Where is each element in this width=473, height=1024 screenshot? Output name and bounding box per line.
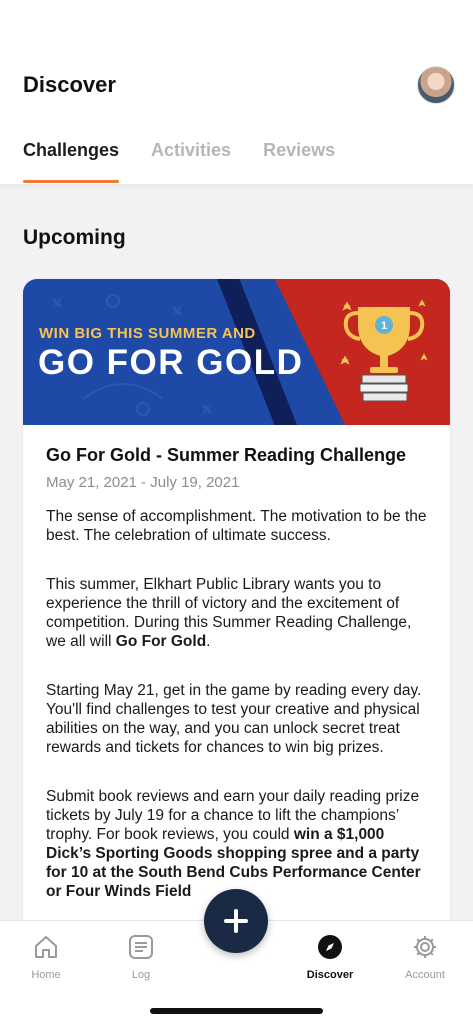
nav-account[interactable]: Account — [390, 933, 460, 981]
nav-label: Account — [405, 969, 445, 981]
nav-home[interactable]: Home — [11, 933, 81, 981]
tab-activities[interactable]: Activities — [151, 140, 231, 184]
challenge-date: May 21, 2021 - July 19, 2021 — [46, 474, 240, 491]
section-title: Upcoming — [23, 226, 126, 249]
avatar[interactable] — [417, 66, 455, 104]
add-button[interactable] — [204, 889, 268, 953]
description-paragraph: The sense of accomplishment. The motivat… — [46, 508, 427, 544]
gear-icon — [414, 936, 436, 958]
description-paragraph: Submit book reviews and earn your daily … — [46, 787, 427, 901]
nav-label: Discover — [306, 969, 354, 981]
description-paragraph: This summer, Elkhart Public Library want… — [46, 575, 427, 651]
svg-text:1: 1 — [381, 320, 387, 332]
banner-headline-small: WIN BIG THIS SUMMER AND — [39, 325, 256, 342]
paragraph-text: . — [206, 633, 211, 650]
content-area[interactable]: Upcoming WIN BIG THIS SUMMER AND GO FOR … — [0, 184, 473, 920]
tab-reviews[interactable]: Reviews — [263, 140, 335, 184]
page-title: Discover — [23, 72, 116, 97]
trophy-icon: 1 — [340, 299, 428, 402]
nav-log[interactable]: Log — [106, 933, 176, 981]
plus-icon — [224, 909, 248, 933]
paragraph-bold: Go For Gold — [115, 633, 207, 650]
nav-discover[interactable]: Discover — [295, 933, 365, 981]
challenge-banner: WIN BIG THIS SUMMER AND GO FOR GOLD 1 — [23, 279, 450, 425]
compass-icon — [318, 935, 342, 959]
card-body: Go For Gold - Summer Reading Challenge M… — [23, 425, 450, 901]
home-icon — [35, 936, 57, 958]
description-paragraph: Starting May 21, get in the game by read… — [46, 682, 422, 756]
log-icon — [129, 935, 153, 959]
challenge-card[interactable]: WIN BIG THIS SUMMER AND GO FOR GOLD 1 Go… — [23, 279, 450, 920]
tab-bar: Challenges Activities Reviews — [23, 140, 367, 184]
banner-headline-large: GO FOR GOLD — [38, 343, 304, 382]
top-bar: Discover Challenges Activities Reviews — [0, 0, 473, 184]
tab-challenges[interactable]: Challenges — [23, 140, 120, 184]
home-indicator — [150, 1008, 323, 1014]
nav-label: Log — [131, 969, 151, 981]
nav-label: Home — [31, 969, 61, 981]
challenge-title: Go For Gold - Summer Reading Challenge — [46, 445, 407, 465]
paragraph-text: This summer, Elkhart Public Library want… — [46, 576, 412, 650]
